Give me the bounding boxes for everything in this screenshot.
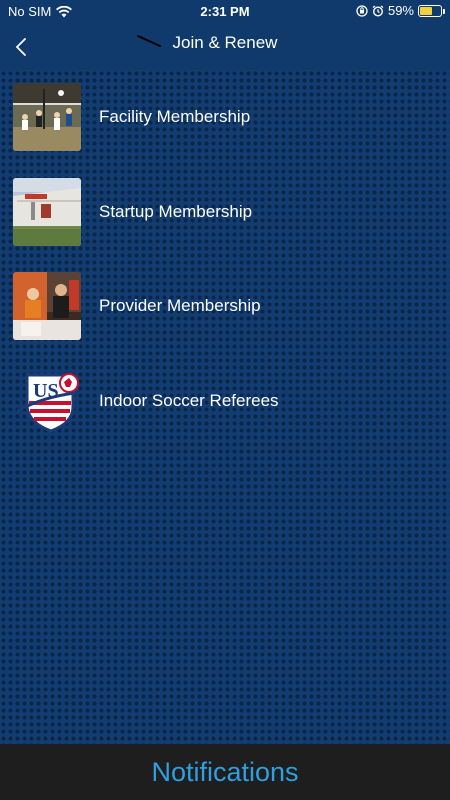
us-soccer-logo: US	[13, 367, 81, 435]
volleyball-thumbnail	[13, 83, 81, 152]
item-label: Indoor Soccer Referees	[99, 390, 279, 410]
app-screen: No SIM 2:31 PM 59% Join & Renew Facility…	[0, 0, 450, 800]
rotation-lock-icon	[356, 4, 368, 17]
alarm-icon	[372, 4, 384, 17]
notifications-button[interactable]: Notifications	[0, 744, 450, 800]
item-label: Provider Membership	[99, 296, 261, 316]
notifications-label: Notifications	[151, 756, 299, 787]
svg-text:US: US	[33, 380, 59, 402]
booth-thumbnail	[13, 272, 81, 341]
nav-header: Join & Renew	[0, 24, 450, 70]
item-label: Startup Membership	[99, 201, 253, 221]
list-item-indoor-soccer-referees[interactable]: US Indoor Soccer Referees	[0, 354, 450, 449]
page-title: Join & Renew	[172, 33, 278, 52]
battery-icon	[418, 4, 445, 17]
membership-list: Facility Membership Startup Membership P…	[0, 70, 450, 448]
status-bar: No SIM 2:31 PM 59%	[0, 0, 450, 24]
battery-percent: 59%	[387, 3, 414, 18]
list-item-facility-membership[interactable]: Facility Membership	[0, 70, 450, 165]
list-item-startup-membership[interactable]: Startup Membership	[0, 165, 450, 260]
item-label: Facility Membership	[99, 107, 251, 127]
status-right: 59%	[356, 3, 445, 18]
battery-fill	[420, 6, 432, 15]
list-item-provider-membership[interactable]: Provider Membership	[0, 259, 450, 354]
building-thumbnail	[13, 177, 81, 246]
